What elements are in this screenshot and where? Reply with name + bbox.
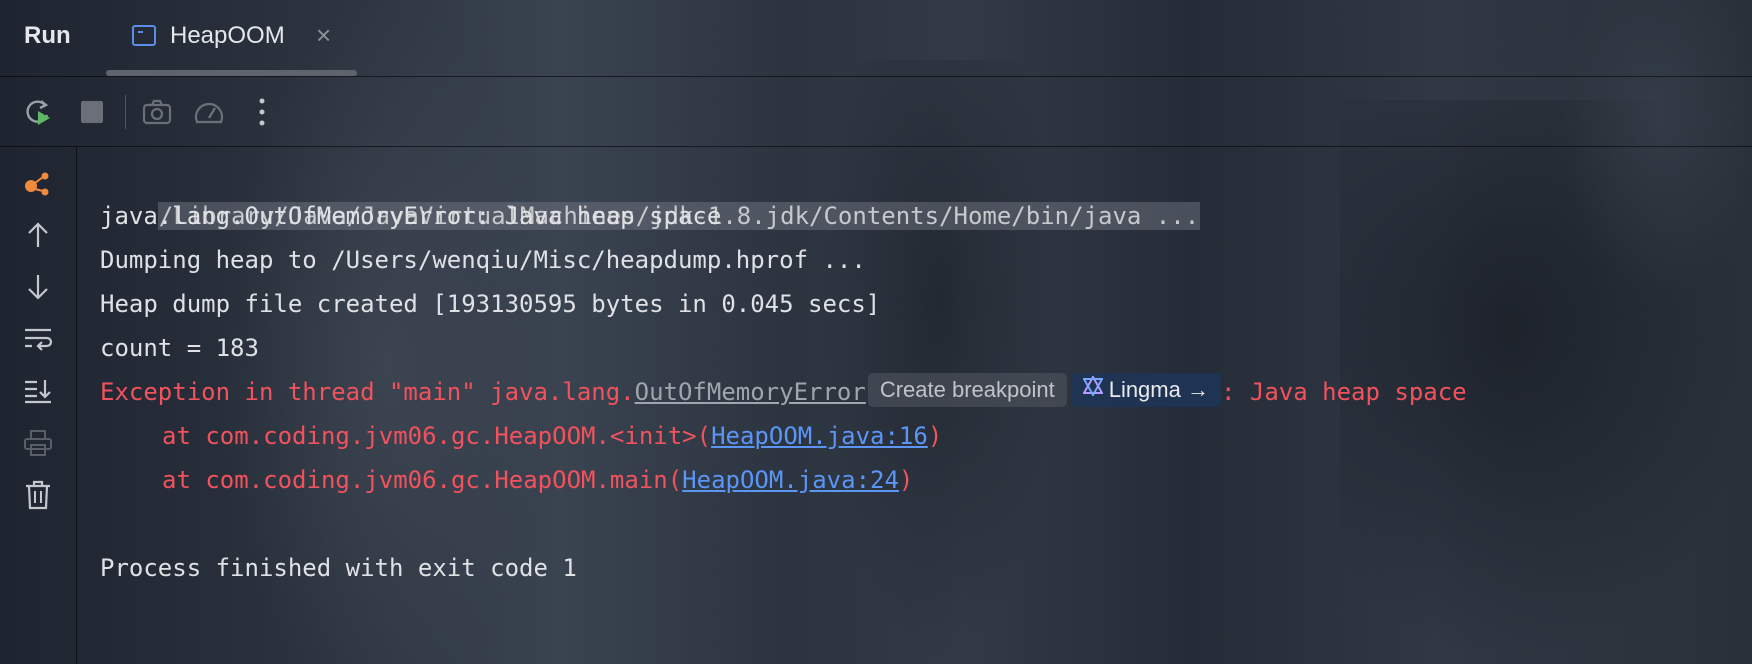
console-line-finished: Process finished with exit code 1 bbox=[100, 554, 577, 582]
screenshot-icon[interactable] bbox=[141, 96, 173, 128]
console-line-count: count = 183 bbox=[100, 334, 259, 362]
arrow-up-icon[interactable] bbox=[22, 219, 54, 251]
scroll-to-end-icon[interactable] bbox=[22, 375, 54, 407]
console-line-dumping: Dumping heap to /Users/wenqiu/Misc/heapd… bbox=[100, 246, 866, 274]
stack-frame-prefix: at com.coding.jvm06.gc.HeapOOM.<init>( bbox=[162, 422, 712, 450]
stack-frame-suffix: ) bbox=[927, 422, 943, 450]
run-tool-window-title: Run bbox=[24, 22, 71, 49]
tab-label: HeapOOM bbox=[170, 22, 285, 49]
trash-icon[interactable] bbox=[22, 479, 54, 511]
console-line-command: /Library/Java/JavaVirtualMachines/jdk-1.… bbox=[100, 150, 1467, 230]
toolbar-divider bbox=[125, 95, 126, 129]
console-line-exception: Exception in thread "main" java.lang.Out… bbox=[100, 370, 1467, 414]
stack-frame: at com.coding.jvm06.gc.HeapOOM.<init>(He… bbox=[100, 414, 1467, 458]
console-output[interactable]: /Library/Java/JavaVirtualMachines/jdk-1.… bbox=[100, 150, 1467, 590]
more-icon[interactable] bbox=[246, 96, 278, 128]
stack-frame-suffix: ) bbox=[898, 466, 914, 494]
arrow-down-icon[interactable] bbox=[22, 271, 54, 303]
console-gutter bbox=[0, 147, 77, 664]
exception-class-link[interactable]: OutOfMemoryError bbox=[635, 378, 866, 406]
stack-frame: at com.coding.jvm06.gc.HeapOOM.main(Heap… bbox=[100, 458, 1467, 502]
console-line-dump-created: Heap dump file created [193130595 bytes … bbox=[100, 290, 881, 318]
stop-icon[interactable] bbox=[76, 96, 108, 128]
console-window-icon bbox=[132, 25, 156, 46]
soft-wrap-icon[interactable] bbox=[22, 323, 54, 355]
lingma-button[interactable]: Lingma → bbox=[1070, 372, 1221, 407]
create-breakpoint-button[interactable]: Create breakpoint bbox=[867, 373, 1067, 407]
exception-suffix: : Java heap space bbox=[1220, 378, 1467, 406]
source-link[interactable]: HeapOOM.java:24 bbox=[682, 466, 899, 494]
lingma-icon bbox=[1081, 372, 1104, 406]
rerun-icon[interactable] bbox=[22, 96, 54, 128]
profiler-icon[interactable] bbox=[193, 96, 225, 128]
debug-branch-icon[interactable] bbox=[22, 167, 54, 199]
close-icon[interactable]: × bbox=[316, 20, 331, 51]
run-toolbar bbox=[0, 77, 1752, 147]
active-tab-indicator bbox=[106, 70, 357, 76]
exception-prefix: Exception in thread "main" java.lang. bbox=[100, 378, 635, 406]
stack-frame-prefix: at com.coding.jvm06.gc.HeapOOM.main( bbox=[162, 466, 683, 494]
print-icon[interactable] bbox=[22, 427, 54, 459]
lingma-label: Lingma → bbox=[1108, 377, 1209, 402]
tool-window-header: Run HeapOOM × bbox=[0, 0, 1752, 77]
tab-heapoom[interactable]: HeapOOM × bbox=[106, 0, 357, 76]
source-link[interactable]: HeapOOM.java:16 bbox=[711, 422, 928, 450]
